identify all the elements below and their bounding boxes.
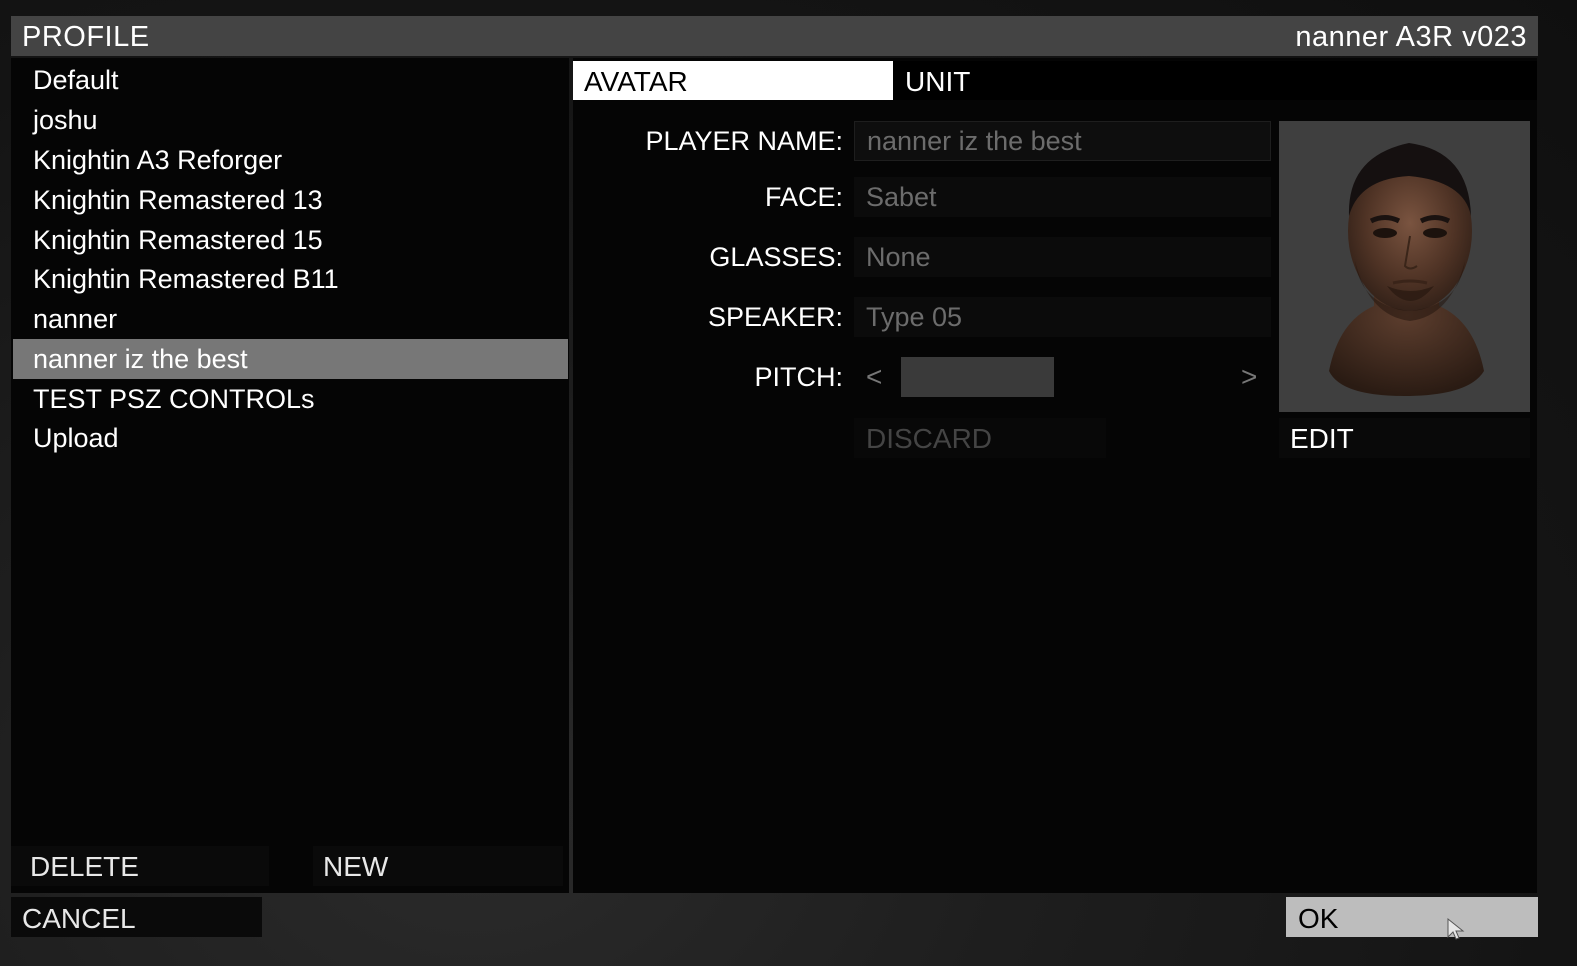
pitch-slider-handle[interactable] bbox=[901, 357, 1054, 397]
profile-list-item[interactable]: Knightin A3 Reforger bbox=[13, 140, 568, 180]
profile-list-item-selected[interactable]: nanner iz the best bbox=[13, 339, 568, 379]
glasses-label: GLASSES: bbox=[709, 242, 843, 272]
profile-list-item[interactable]: Upload bbox=[13, 418, 568, 458]
version-label: nanner A3R v023 bbox=[1295, 21, 1527, 53]
face-select[interactable]: Sabet bbox=[854, 177, 1271, 217]
glasses-select[interactable]: None bbox=[854, 237, 1271, 277]
profile-list-item[interactable]: TEST PSZ CONTROLs bbox=[13, 379, 568, 419]
ok-button[interactable]: OK bbox=[1286, 897, 1538, 937]
profile-list-item[interactable]: Default bbox=[13, 60, 568, 100]
profile-list-item[interactable]: Knightin Remastered 13 bbox=[13, 180, 568, 220]
profile-list-item[interactable]: joshu bbox=[13, 100, 568, 140]
face-label: FACE: bbox=[764, 182, 843, 212]
edit-button[interactable]: EDIT bbox=[1279, 418, 1530, 458]
page-title: PROFILE bbox=[22, 21, 150, 53]
chevron-left-icon[interactable]: < bbox=[866, 357, 882, 397]
tab-avatar[interactable]: AVATAR bbox=[573, 61, 893, 100]
chevron-right-icon[interactable]: > bbox=[1241, 357, 1257, 397]
player-name-input[interactable]: nanner iz the best bbox=[854, 121, 1271, 161]
player-name-label: PLAYER NAME: bbox=[645, 126, 843, 156]
speaker-label: SPEAKER: bbox=[707, 302, 843, 332]
face-portrait-image bbox=[1329, 143, 1484, 396]
delete-button[interactable]: DELETE bbox=[11, 846, 269, 886]
profile-list-item[interactable]: Knightin Remastered 15 bbox=[13, 220, 568, 260]
pitch-label: PITCH: bbox=[754, 362, 843, 392]
face-portrait bbox=[1279, 121, 1530, 412]
profile-list-item[interactable]: Knightin Remastered B11 bbox=[13, 259, 568, 299]
speaker-select[interactable]: Type 05 bbox=[854, 297, 1271, 337]
pitch-slider[interactable]: < > bbox=[854, 357, 1271, 397]
cancel-button[interactable]: CANCEL bbox=[11, 897, 262, 937]
mouse-pointer-icon bbox=[1447, 917, 1465, 940]
discard-button[interactable]: DISCARD bbox=[854, 418, 1106, 458]
new-button[interactable]: NEW bbox=[313, 846, 563, 886]
tab-unit[interactable]: UNIT bbox=[905, 61, 1105, 100]
profile-list-item[interactable]: nanner bbox=[13, 299, 568, 339]
